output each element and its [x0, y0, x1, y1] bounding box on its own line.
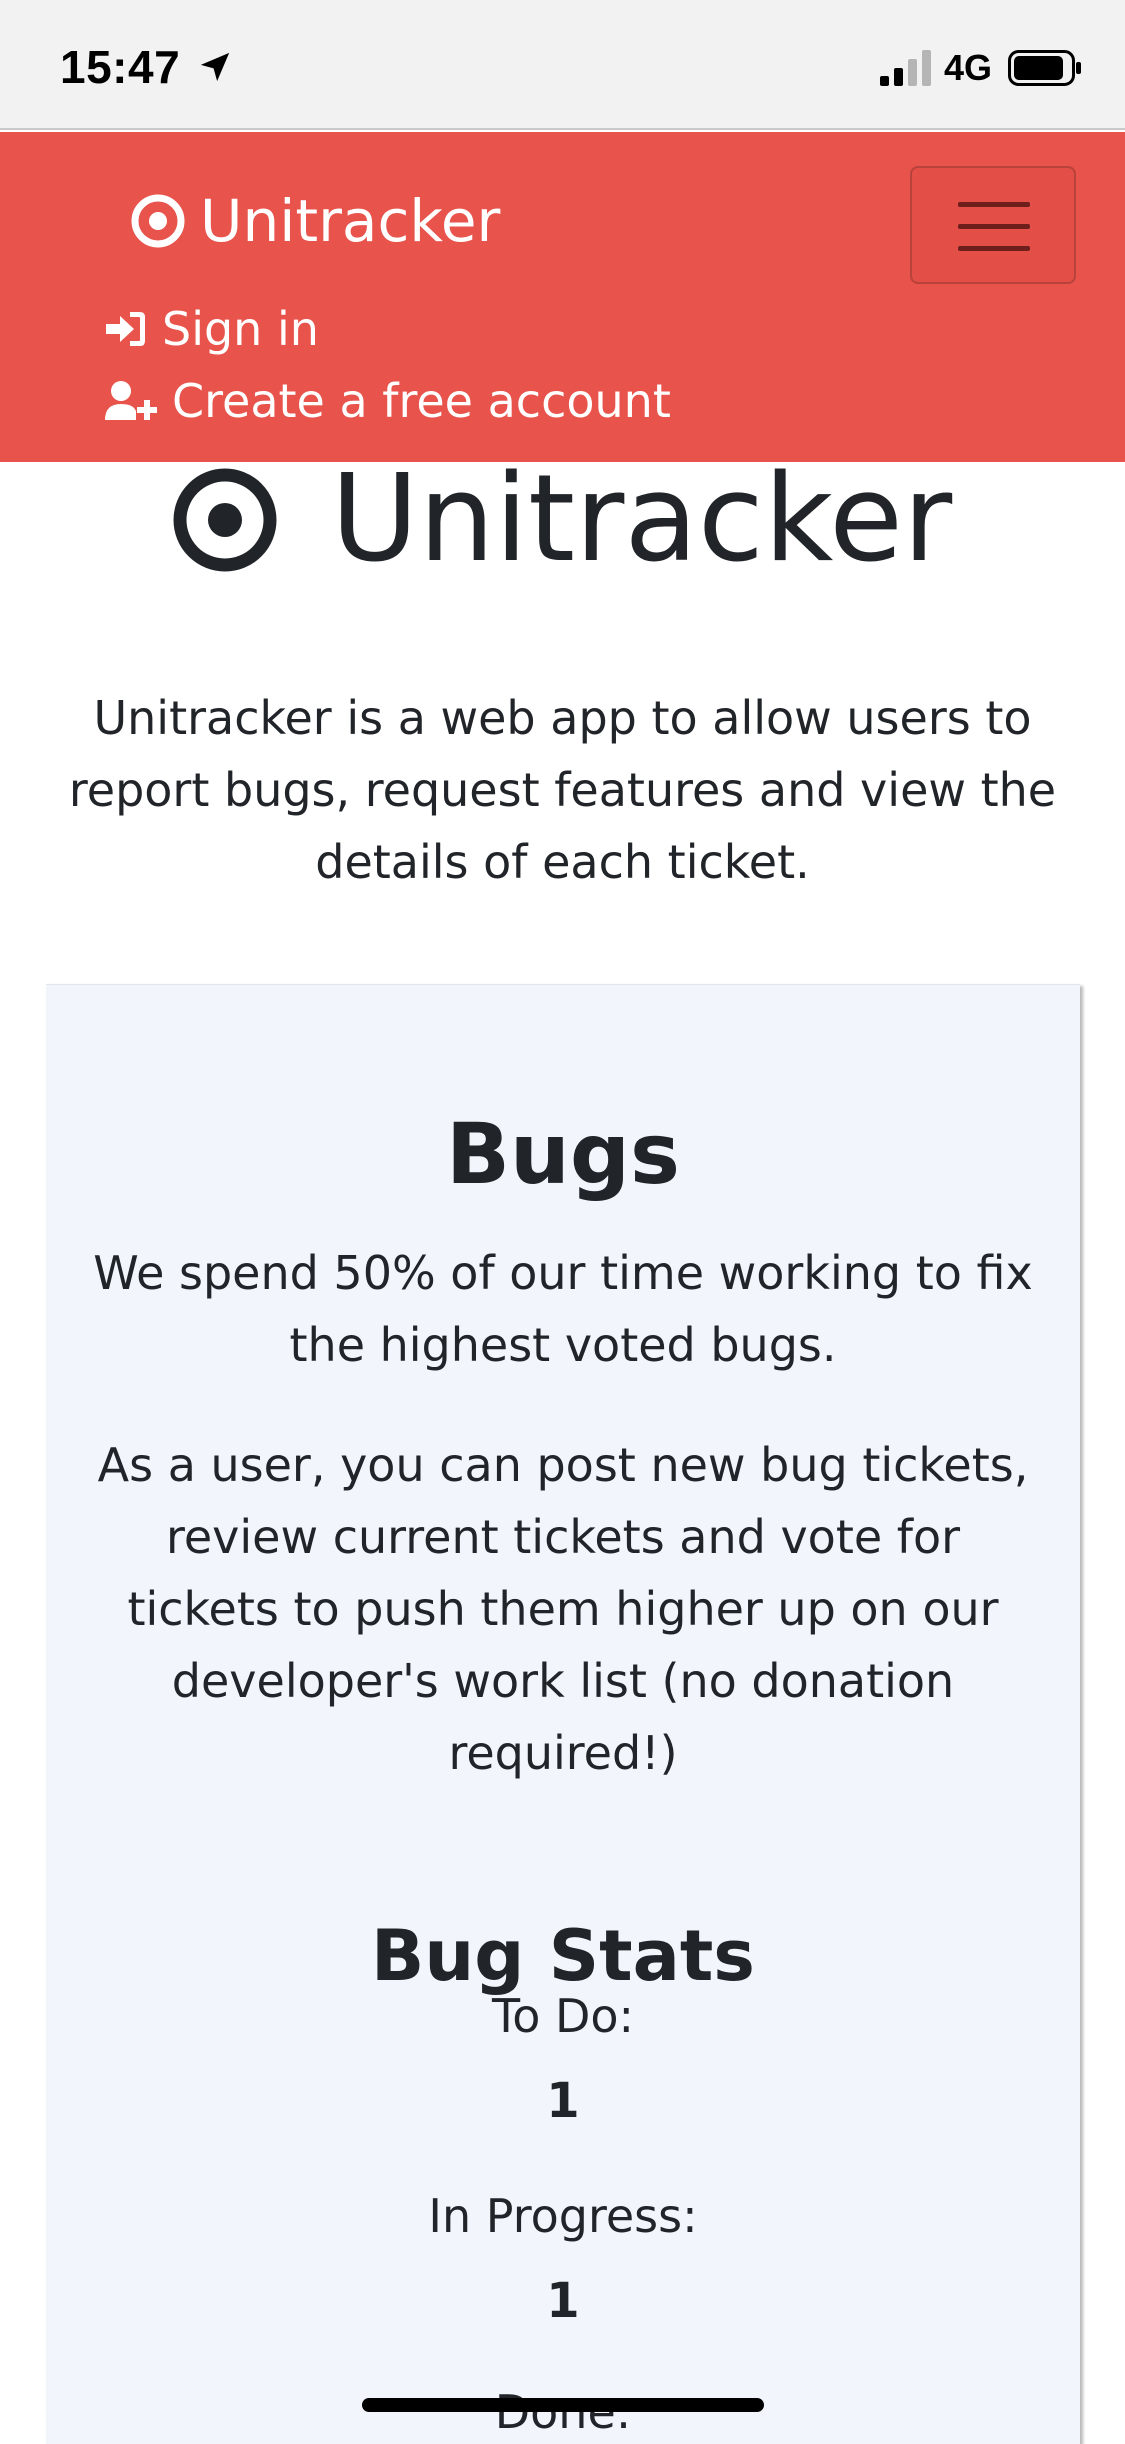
- stat-value-todo: 1: [546, 2073, 580, 2129]
- bugs-user-info: As a user, you can post new bug tickets,…: [97, 1438, 1029, 1780]
- status-time: 15:47: [60, 41, 181, 93]
- navbar-toggler-button[interactable]: [910, 166, 1076, 284]
- user-plus-icon: [105, 381, 157, 420]
- stat-value-in-progress: 1: [546, 2273, 580, 2329]
- bugs-card: Bugs We spend 50% of our time working to…: [46, 984, 1080, 2444]
- create-account-label: Create a free account: [172, 374, 671, 428]
- page-title-text: Unitracker: [330, 450, 953, 589]
- signal-bars-icon: [880, 50, 931, 86]
- create-account-link[interactable]: Create a free account: [104, 374, 671, 428]
- navbar-brand[interactable]: Unitracker: [130, 187, 500, 255]
- hamburger-menu-icon: [958, 202, 1030, 207]
- bugs-description: We spend 50% of our time working to fix …: [93, 1246, 1033, 1372]
- bullseye-icon: [131, 194, 185, 248]
- page-title: Unitracker: [0, 450, 1125, 589]
- status-bar: 15:47 4G: [0, 0, 1125, 130]
- sign-in-label: Sign in: [162, 302, 319, 356]
- sign-in-link[interactable]: Sign in: [104, 302, 319, 356]
- battery-icon: [1008, 50, 1081, 86]
- home-indicator[interactable]: [362, 2398, 764, 2412]
- bugs-card-title: Bugs: [446, 1104, 680, 1203]
- hamburger-menu-icon: [958, 224, 1030, 229]
- network-type: 4G: [944, 47, 993, 88]
- intro-text: Unitracker is a web app to allow users t…: [68, 691, 1057, 889]
- location-arrow-icon: [200, 52, 230, 82]
- brand-name: Unitracker: [200, 187, 501, 255]
- hamburger-menu-icon: [958, 246, 1030, 251]
- sign-in-icon: [106, 312, 145, 346]
- stat-label-done: Done:: [494, 2385, 632, 2439]
- stat-label-todo: To Do:: [491, 1989, 635, 2043]
- bug-stats-title: Bug Stats: [371, 1915, 755, 1997]
- stat-label-in-progress: In Progress:: [428, 2189, 698, 2243]
- navbar: Unitracker Sign in Create a free account: [0, 132, 1125, 462]
- bullseye-icon: [173, 468, 277, 571]
